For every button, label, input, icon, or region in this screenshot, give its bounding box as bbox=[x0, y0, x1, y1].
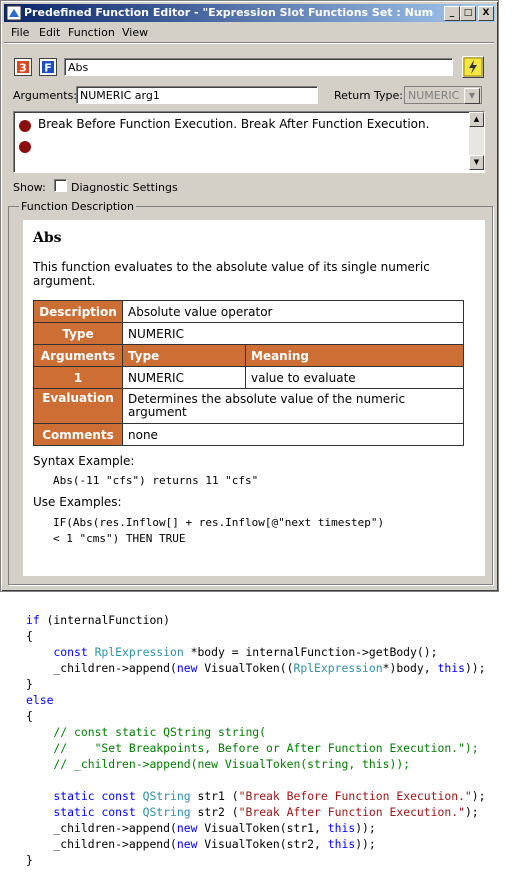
code-line: } bbox=[26, 677, 33, 691]
function-summary: This function evaluates to the absolute … bbox=[33, 260, 430, 288]
use-example-code-line: IF(Abs(res.Inflow[] + res.Inflow[@"next … bbox=[53, 516, 385, 529]
table-row: Description Absolute value operator bbox=[33, 300, 464, 323]
chevron-down-icon: ▼ bbox=[464, 88, 480, 104]
function-name-input[interactable]: Abs bbox=[64, 58, 453, 76]
scroll-down-icon[interactable]: ▼ bbox=[469, 155, 484, 170]
maximize-button[interactable]: □ bbox=[460, 6, 476, 21]
menu-view[interactable]: View bbox=[122, 26, 148, 39]
table-cell: Arguments bbox=[33, 344, 123, 367]
svg-text:F: F bbox=[44, 62, 52, 75]
source-code-block: if (internalFunction) { const RplExpress… bbox=[26, 612, 486, 868]
code-line: // _children->append(new VisualToken(str… bbox=[26, 757, 411, 771]
predefined-function-editor-window: Predefined Function Editor - "Expression… bbox=[0, 0, 499, 592]
function-info-table: Description Absolute value operator Type… bbox=[33, 300, 464, 446]
function-icon-button[interactable]: F bbox=[39, 58, 57, 76]
title-bar[interactable]: Predefined Function Editor - "Expression… bbox=[4, 4, 495, 22]
arguments-input[interactable]: NUMERIC arg1 bbox=[76, 86, 318, 104]
return-type-value: NUMERIC bbox=[408, 89, 460, 102]
code-line: if (internalFunction) bbox=[26, 613, 171, 627]
syntax-example-code: Abs(-11 "cfs") returns 11 "cfs" bbox=[53, 474, 259, 487]
scroll-up-icon[interactable]: ▲ bbox=[469, 112, 484, 127]
menu-separator bbox=[4, 42, 494, 44]
menu-function[interactable]: Function bbox=[68, 26, 115, 39]
breakpoints-text: Break Before Function Execution. Break A… bbox=[38, 117, 430, 131]
menu-edit[interactable]: Edit bbox=[39, 26, 60, 39]
table-cell: Absolute value operator bbox=[122, 300, 464, 323]
breakpoints-area[interactable]: Break Before Function Execution. Break A… bbox=[13, 111, 485, 173]
code-line: { bbox=[26, 709, 33, 723]
syntax-example-label: Syntax Example: bbox=[33, 454, 135, 468]
close-button[interactable]: X bbox=[478, 6, 494, 21]
menu-bar: File Edit Function View bbox=[4, 24, 494, 41]
app-icon bbox=[6, 5, 22, 21]
table-cell: Description bbox=[33, 300, 123, 323]
window-title: Predefined Function Editor - "Expression… bbox=[24, 6, 434, 19]
use-example-code-line: < 1 "cms") THEN TRUE bbox=[53, 532, 186, 545]
code-line: _children->append(new VisualToken((RplEx… bbox=[26, 661, 486, 675]
table-cell: Meaning bbox=[245, 344, 464, 367]
table-row: Comments none bbox=[33, 423, 464, 446]
table-cell: NUMERIC bbox=[122, 322, 464, 345]
table-cell: Determines the absolute value of the num… bbox=[122, 388, 464, 424]
table-cell: Type bbox=[122, 344, 246, 367]
svg-text:3: 3 bbox=[19, 62, 27, 75]
return-type-select[interactable]: NUMERIC ▼ bbox=[404, 86, 482, 104]
breakpoint-before-icon[interactable] bbox=[18, 119, 32, 133]
function-description-panel: Abs This function evaluates to the absol… bbox=[23, 220, 485, 576]
use-examples-label: Use Examples: bbox=[33, 495, 122, 509]
table-cell: none bbox=[122, 423, 464, 446]
function-description-label: Function Description bbox=[19, 200, 136, 213]
code-line: const RplExpression *body = internalFunc… bbox=[26, 645, 438, 659]
table-row: Arguments Type Meaning bbox=[33, 344, 464, 367]
diagnostic-settings-checkbox[interactable] bbox=[54, 179, 67, 192]
code-line: _children->append(new VisualToken(str1, … bbox=[26, 821, 376, 835]
menu-file[interactable]: File bbox=[11, 26, 29, 39]
table-cell: Type bbox=[33, 322, 123, 345]
table-row: Type NUMERIC bbox=[33, 322, 464, 345]
code-line: _children->append(new VisualToken(str2, … bbox=[26, 837, 376, 851]
table-cell: Comments bbox=[33, 423, 123, 446]
code-line: // "Set Breakpoints, Before or After Fun… bbox=[26, 741, 479, 755]
breakpoints-scrollbar[interactable]: ▲ ▼ bbox=[469, 112, 484, 170]
table-cell: 1 bbox=[33, 366, 123, 389]
show-label: Show: bbox=[13, 181, 46, 194]
table-cell: value to evaluate bbox=[245, 366, 464, 389]
code-line: static const QString str2 ("Break After … bbox=[26, 805, 479, 819]
code-line: // const static QString string( bbox=[26, 725, 267, 739]
table-cell: Evaluation bbox=[33, 388, 123, 424]
breakpoint-icon: 3 bbox=[17, 61, 29, 75]
code-line: { bbox=[26, 629, 33, 643]
code-line: } bbox=[26, 853, 33, 867]
minimize-button[interactable]: _ bbox=[444, 6, 460, 21]
function-heading: Abs bbox=[33, 230, 62, 246]
code-line: else bbox=[26, 693, 54, 707]
table-cell: NUMERIC bbox=[122, 366, 246, 389]
breakpoint-icon-button[interactable]: 3 bbox=[14, 58, 32, 76]
function-icon: F bbox=[42, 61, 54, 75]
code-line: static const QString str1 ("Break Before… bbox=[26, 789, 486, 803]
table-row: 1 NUMERIC value to evaluate bbox=[33, 366, 464, 389]
table-row: Evaluation Determines the absolute value… bbox=[33, 388, 464, 424]
diagnostic-settings-label[interactable]: Diagnostic Settings bbox=[71, 181, 178, 194]
return-type-label: Return Type: bbox=[334, 89, 403, 102]
apply-button[interactable] bbox=[462, 56, 484, 78]
breakpoint-after-icon[interactable] bbox=[18, 140, 32, 154]
lightning-icon bbox=[463, 57, 483, 77]
arguments-label: Arguments: bbox=[13, 89, 78, 102]
